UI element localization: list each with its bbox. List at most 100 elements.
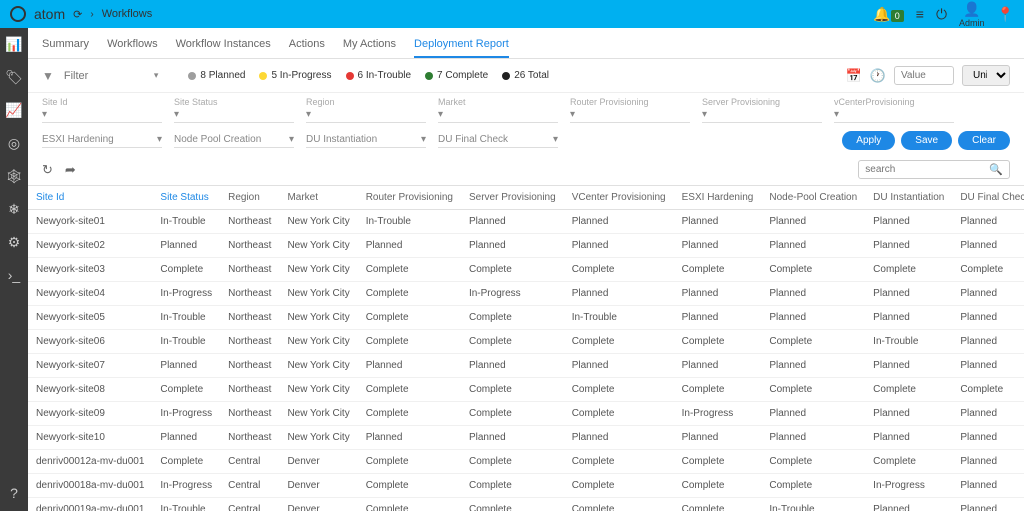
user-area[interactable]: 👤 Admin (959, 1, 985, 28)
calendar-icon[interactable]: 📅 (846, 68, 862, 84)
snowflake-icon[interactable]: ❄ (8, 201, 20, 218)
power-icon[interactable]: ⏻ (936, 6, 947, 23)
table-row[interactable]: denriv00018a-mv-du001In-ProgressCentralD… (28, 474, 1024, 498)
value-input[interactable] (894, 66, 954, 85)
table-wrap[interactable]: Site IdSite StatusRegionMarketRouter Pro… (28, 185, 1024, 511)
selector-value[interactable]: ESXI Hardening▾ (42, 134, 162, 148)
dashboard-icon[interactable]: 📊 (5, 36, 22, 53)
logo-icon (10, 6, 26, 22)
save-button[interactable]: Save (901, 131, 952, 150)
selector-value[interactable]: ▾ (702, 109, 822, 123)
selector-value[interactable]: ▾ (42, 109, 162, 123)
selector[interactable]: Node Pool Creation▾ (174, 134, 294, 148)
terminal-icon[interactable]: ›_ (8, 267, 20, 283)
table-row[interactable]: Newyork-site08CompleteNortheastNew York … (28, 378, 1024, 402)
table-row[interactable]: Newyork-site01In-TroubleNortheastNew Yor… (28, 210, 1024, 234)
chevron-down-icon: ▾ (438, 109, 443, 120)
column-header[interactable]: Site Status (152, 186, 220, 210)
help-icon[interactable]: ? (10, 485, 18, 501)
status-dot-icon (502, 72, 510, 80)
column-header[interactable]: Server Provisioning (461, 186, 564, 210)
column-header[interactable]: ESXI Hardening (674, 186, 762, 210)
cell-esxi: Complete (674, 474, 762, 498)
selector[interactable]: Region▾ (306, 97, 426, 123)
selector[interactable]: DU Instantiation▾ (306, 134, 426, 148)
table-row[interactable]: Newyork-site10PlannedNortheastNew York C… (28, 426, 1024, 450)
cell-np: Planned (761, 306, 865, 330)
share-icon[interactable]: ➦ (65, 162, 76, 178)
clear-button[interactable]: Clear (958, 131, 1010, 150)
target-icon[interactable]: ◎ (8, 135, 20, 152)
tag-icon[interactable]: 🏷 (5, 69, 23, 86)
apply-button[interactable]: Apply (842, 131, 895, 150)
selector-value[interactable]: ▾ (174, 109, 294, 123)
cell-market: New York City (279, 210, 357, 234)
table-row[interactable]: denriv00012a-mv-du001CompleteCentralDenv… (28, 450, 1024, 474)
table-row[interactable]: Newyork-site09In-ProgressNortheastNew Yo… (28, 402, 1024, 426)
column-header[interactable]: DU Final Check (952, 186, 1024, 210)
selector-value[interactable]: DU Instantiation▾ (306, 134, 426, 148)
cell-site: Newyork-site06 (28, 330, 152, 354)
selector-value[interactable]: Node Pool Creation▾ (174, 134, 294, 148)
arrows-icon[interactable]: ⟳ (73, 8, 82, 21)
tab-my-actions[interactable]: My Actions (343, 32, 396, 58)
table-row[interactable]: Newyork-site03CompleteNortheastNew York … (28, 258, 1024, 282)
network-icon[interactable]: 🕸 (5, 168, 23, 185)
search-input[interactable] (865, 164, 985, 175)
column-header[interactable]: VCenter Provisioning (564, 186, 674, 210)
table-row[interactable]: Newyork-site02PlannedNortheastNew York C… (28, 234, 1024, 258)
clock-icon[interactable]: 🕐 (870, 68, 886, 84)
column-header[interactable]: DU Instantiation (865, 186, 952, 210)
cell-vc: In-Trouble (564, 306, 674, 330)
gear-icon[interactable]: ⚙ (8, 234, 21, 251)
selector[interactable]: Site Status▾ (174, 97, 294, 123)
selector-value[interactable]: ▾ (834, 109, 954, 123)
selector-value[interactable]: DU Final Check▾ (438, 134, 558, 148)
column-header[interactable]: Site Id (28, 186, 152, 210)
column-header[interactable]: Market (279, 186, 357, 210)
column-header[interactable]: Router Provisioning (358, 186, 461, 210)
tab-workflows[interactable]: Workflows (107, 32, 158, 58)
tab-actions[interactable]: Actions (289, 32, 325, 58)
table-row[interactable]: Newyork-site05In-TroubleNortheastNew Yor… (28, 306, 1024, 330)
location-icon[interactable]: 📍 (997, 6, 1014, 23)
selector[interactable]: vCenterProvisioning▾ (834, 97, 954, 123)
table-row[interactable]: Newyork-site07PlannedNortheastNew York C… (28, 354, 1024, 378)
selector[interactable]: Site Id▾ (42, 97, 162, 123)
cell-status: In-Trouble (152, 210, 220, 234)
refresh-icon[interactable]: ↻ (42, 162, 53, 178)
filter-input[interactable] (64, 70, 144, 82)
chevron-down-icon[interactable]: ▾ (154, 70, 159, 81)
column-header[interactable]: Region (220, 186, 279, 210)
selector-value[interactable]: ▾ (306, 109, 426, 123)
filter-icon[interactable]: ▼ (42, 69, 54, 83)
legend-item: 6 In-Trouble (346, 70, 412, 81)
filter-row: ▼ ▾ 8 Planned5 In-Progress6 In-Trouble7 … (28, 59, 1024, 93)
cell-status: Planned (152, 354, 220, 378)
selector-value[interactable]: ▾ (438, 109, 558, 123)
column-header[interactable]: Node-Pool Creation (761, 186, 865, 210)
chart-icon[interactable]: 📈 (5, 102, 22, 119)
selector-value[interactable]: ▾ (570, 109, 690, 123)
tab-deployment-report[interactable]: Deployment Report (414, 32, 509, 58)
selector[interactable]: Market▾ (438, 97, 558, 123)
table-row[interactable]: denriv00019a-mv-du001In-TroubleCentralDe… (28, 498, 1024, 511)
bell-icon[interactable]: 🔔0 (873, 6, 903, 23)
search-icon[interactable]: 🔍 (989, 163, 1003, 176)
table-row[interactable]: Newyork-site04In-ProgressNortheastNew Yo… (28, 282, 1024, 306)
selector[interactable]: Server Provisioning▾ (702, 97, 822, 123)
selector[interactable]: DU Final Check▾ (438, 134, 558, 148)
tab-workflow-instances[interactable]: Workflow Instances (176, 32, 271, 58)
cell-market: New York City (279, 402, 357, 426)
breadcrumb[interactable]: Workflows (102, 8, 153, 20)
selector[interactable]: Router Provisioning▾ (570, 97, 690, 123)
cell-du: Planned (865, 210, 952, 234)
selector[interactable]: ESXI Hardening▾ (42, 134, 162, 148)
cell-site: Newyork-site08 (28, 378, 152, 402)
menu-icon[interactable]: ≡ (916, 6, 924, 22)
table-row[interactable]: Newyork-site06In-TroubleNortheastNew Yor… (28, 330, 1024, 354)
legend-label: 6 In-Trouble (358, 70, 412, 81)
unit-select[interactable]: Unit (962, 65, 1010, 86)
tab-summary[interactable]: Summary (42, 32, 89, 58)
cell-rp: Planned (358, 426, 461, 450)
